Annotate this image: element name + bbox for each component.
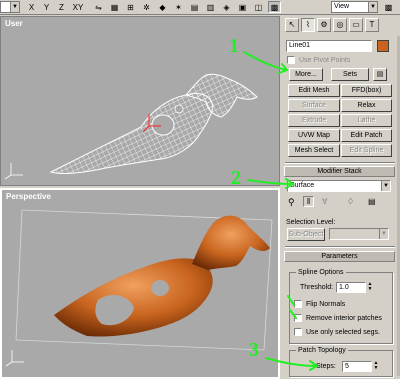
tick-flip-normals [287,295,295,306]
arrow-to-modifier-stack [247,179,293,185]
annotation-arrows [243,51,319,371]
arrow-to-more-button [243,51,287,71]
arrow-to-steps [265,357,317,367]
tick-remove-interior [289,309,297,319]
